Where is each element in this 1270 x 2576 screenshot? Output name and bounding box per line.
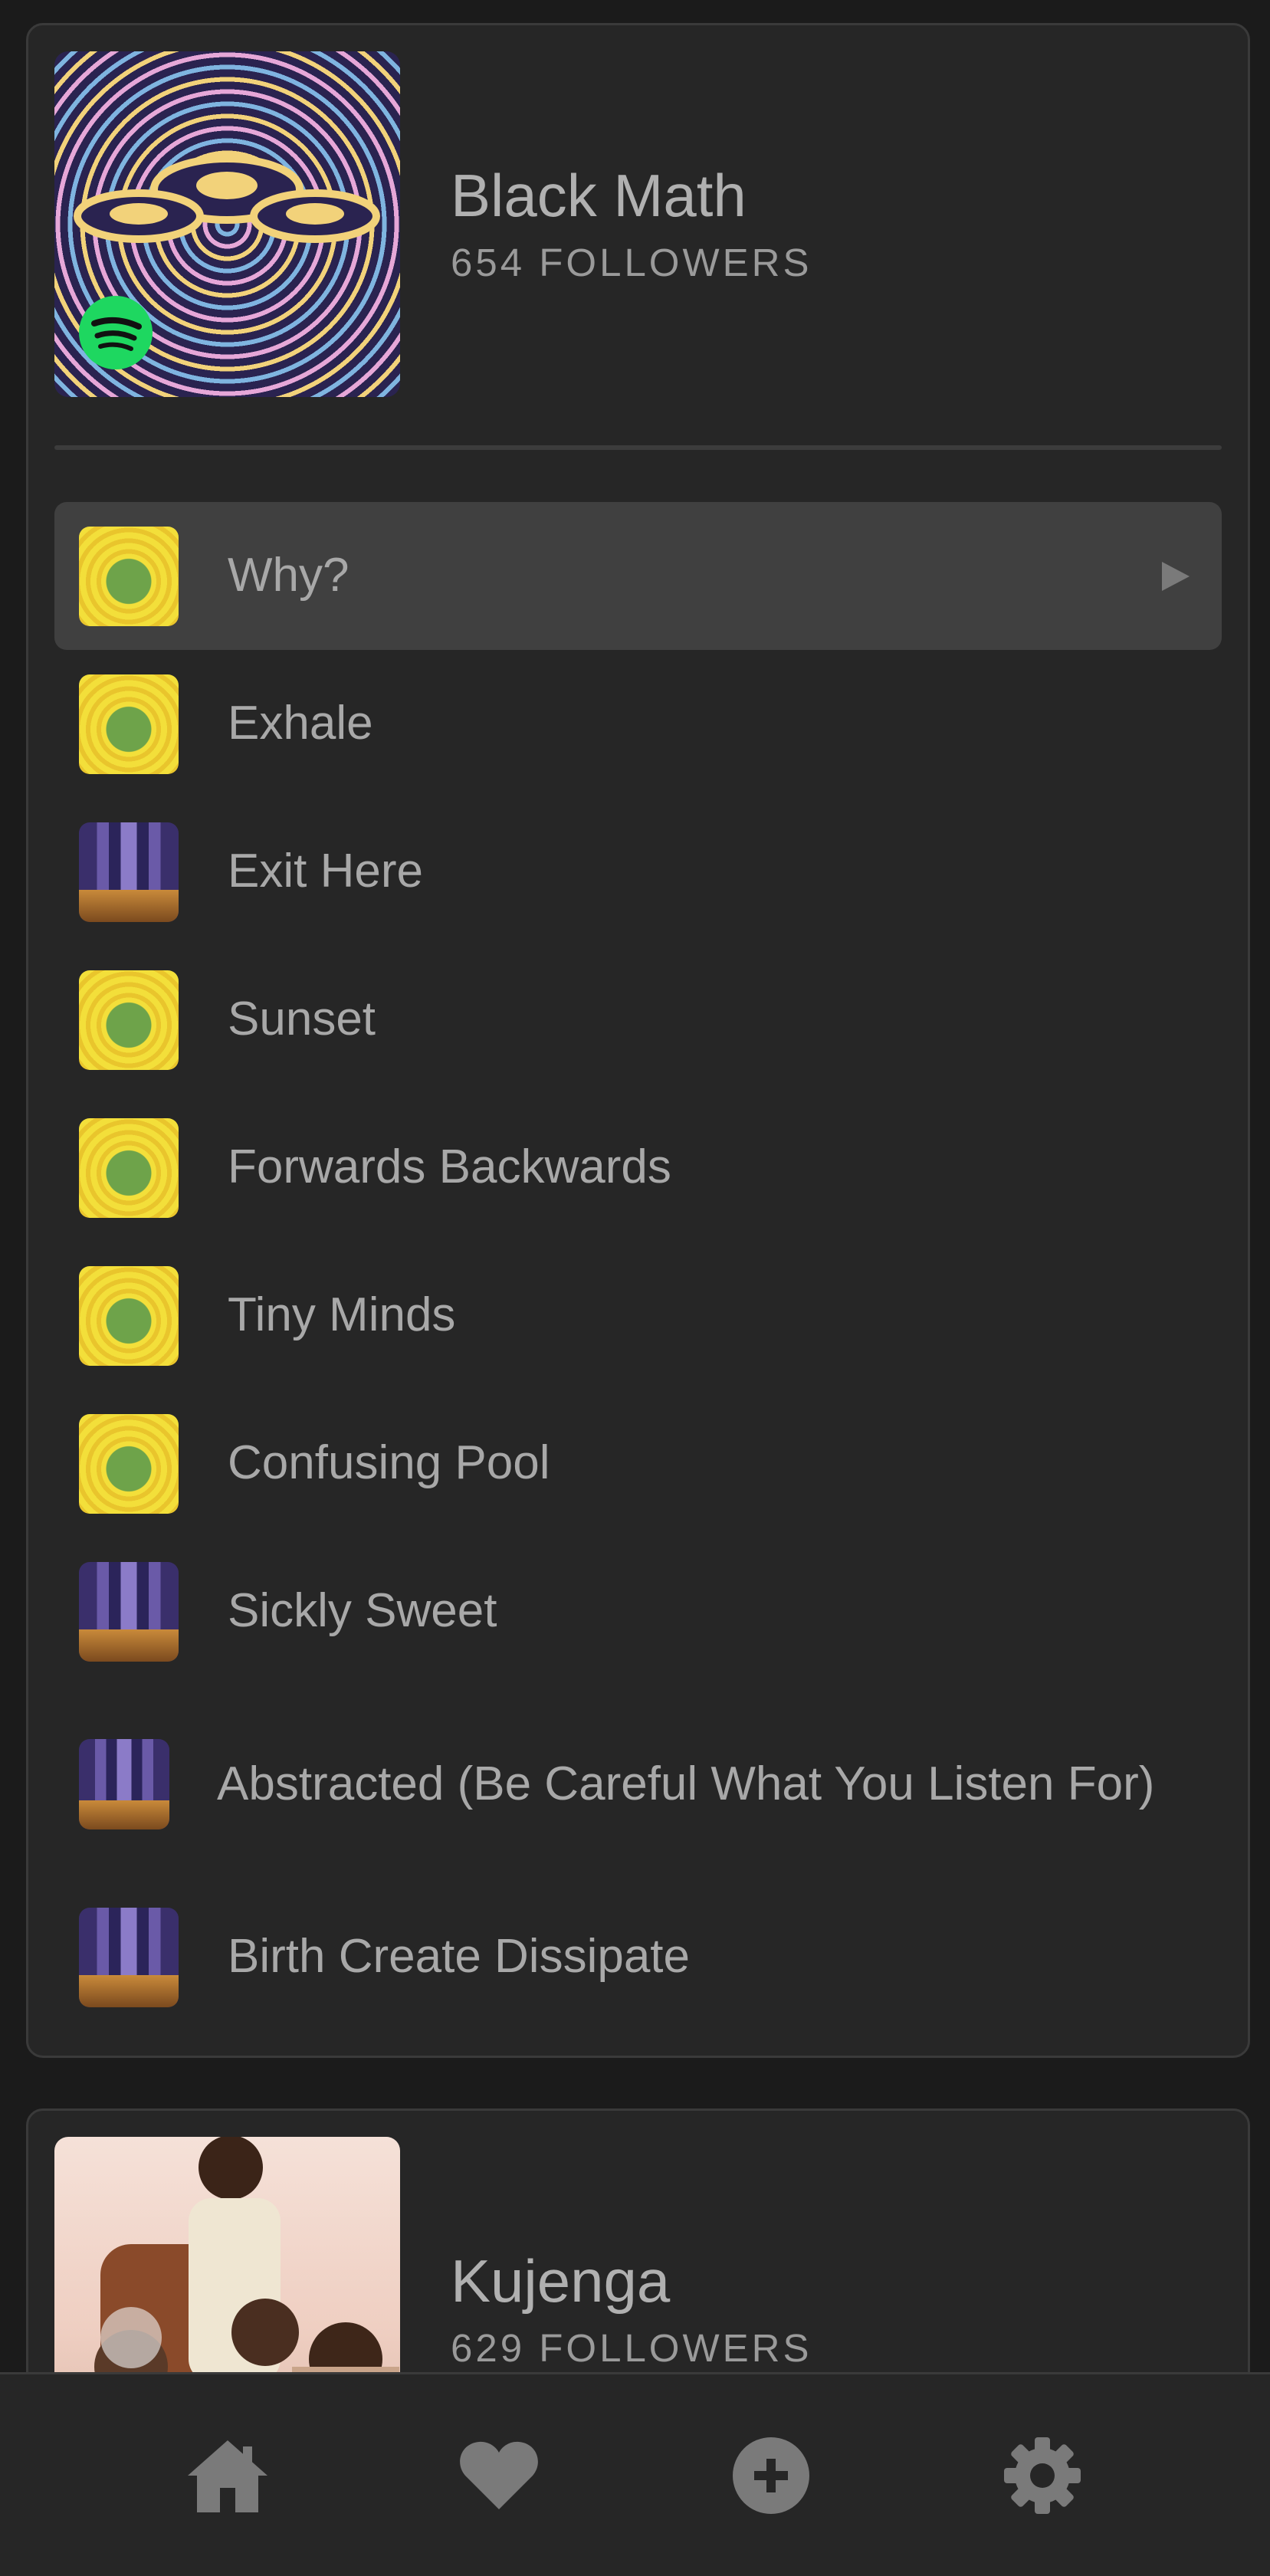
artist-card: Black Math 654 FOLLOWERS Why? Exhale Exi… — [26, 23, 1250, 2058]
home-icon — [188, 2440, 268, 2512]
album-art-thumbnail — [79, 1117, 179, 1218]
artist-artwork — [54, 51, 400, 397]
play-icon[interactable] — [1157, 559, 1193, 594]
nav-favorites-button[interactable] — [449, 2426, 549, 2525]
album-art-thumbnail — [79, 1739, 169, 1829]
track-row[interactable]: Sunset — [54, 946, 1222, 1094]
track-row[interactable]: Exit Here — [54, 798, 1222, 946]
add-circle-icon — [732, 2437, 809, 2514]
album-art-thumbnail — [79, 526, 179, 626]
nav-settings-button[interactable] — [993, 2426, 1092, 2525]
track-title: Abstracted (Be Careful What You Listen F… — [217, 1757, 1155, 1810]
album-art-thumbnail — [79, 1413, 179, 1514]
album-art-thumbnail — [79, 1561, 179, 1662]
track-title: Tiny Minds — [228, 1288, 456, 1342]
heart-icon — [460, 2441, 539, 2509]
album-art-thumbnail — [79, 822, 179, 922]
album-art-thumbnail — [79, 1265, 179, 1366]
track-row[interactable]: Birth Create Dissipate — [54, 1883, 1222, 2031]
gear-icon — [1003, 2437, 1081, 2514]
track-row[interactable]: Forwards Backwards — [54, 1094, 1222, 1242]
spotify-icon — [79, 296, 153, 369]
track-row[interactable]: Confusing Pool — [54, 1390, 1222, 1537]
album-art-thumbnail — [79, 674, 179, 774]
track-title: Sunset — [228, 993, 376, 1046]
track-title: Forwards Backwards — [228, 1140, 671, 1194]
artist-name: Kujenga — [451, 2247, 671, 2315]
track-title: Sickly Sweet — [228, 1584, 497, 1638]
track-title: Exit Here — [228, 845, 423, 898]
nav-home-button[interactable] — [178, 2426, 277, 2525]
track-title: Birth Create Dissipate — [228, 1930, 691, 1984]
track-title: Confusing Pool — [228, 1436, 550, 1490]
artist-name: Black Math — [451, 162, 747, 230]
divider — [54, 445, 1222, 450]
track-row[interactable]: Tiny Minds — [54, 1242, 1222, 1390]
track-row[interactable]: Abstracted (Be Careful What You Listen F… — [54, 1685, 1222, 1883]
nav-add-button[interactable] — [721, 2426, 821, 2525]
track-list: Why? Exhale Exit Here Sunset Forwards Ba… — [54, 502, 1222, 2031]
track-row[interactable]: Why? — [54, 502, 1222, 650]
track-row[interactable]: Sickly Sweet — [54, 1537, 1222, 1685]
follower-count: 654 FOLLOWERS — [451, 240, 812, 284]
track-title: Why? — [228, 549, 349, 602]
track-title: Exhale — [228, 697, 373, 750]
artist-meta: Black Math 654 FOLLOWERS — [451, 162, 812, 285]
album-art-thumbnail — [79, 1907, 179, 2007]
artist-meta: Kujenga 629 FOLLOWERS — [451, 2247, 812, 2371]
album-art-thumbnail — [79, 970, 179, 1070]
track-row[interactable]: Exhale — [54, 650, 1222, 798]
follower-count: 629 FOLLOWERS — [451, 2325, 812, 2370]
app-root: Black Math 654 FOLLOWERS Why? Exhale Exi… — [0, 0, 1270, 2576]
artist-header[interactable]: Black Math 654 FOLLOWERS — [54, 51, 812, 397]
bottom-navigation — [0, 2372, 1270, 2576]
